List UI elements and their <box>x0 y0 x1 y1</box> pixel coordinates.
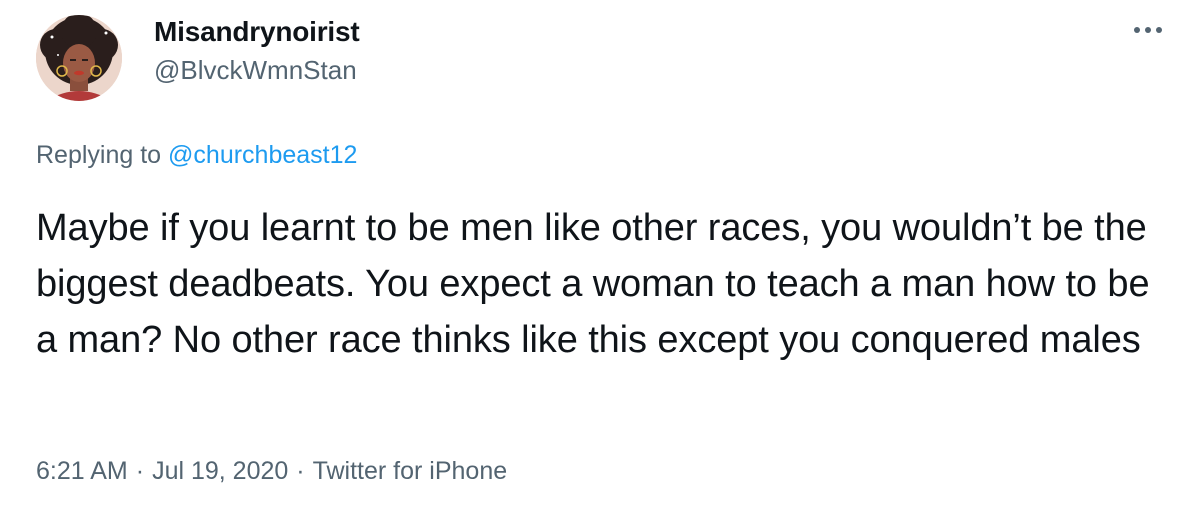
more-options-button[interactable] <box>1128 18 1168 42</box>
more-horizontal-icon <box>1134 27 1162 33</box>
tweet-date[interactable]: Jul 19, 2020 <box>152 457 288 485</box>
tweet-metadata: 6:21 AM · Jul 19, 2020 · Twitter for iPhone <box>36 455 507 487</box>
tweet-text: Maybe if you learnt to be men like other… <box>36 207 1150 361</box>
display-name[interactable]: Misandrynoirist <box>154 16 360 48</box>
replying-to-link[interactable]: @churchbeast12 <box>168 141 357 169</box>
avatar-illustration-icon <box>36 15 122 101</box>
separator: · <box>135 457 145 485</box>
tweet-source[interactable]: Twitter for iPhone <box>313 457 508 485</box>
tweet-time[interactable]: 6:21 AM <box>36 457 128 485</box>
tweet: Misandrynoirist @BlvckWmnStan Replying t… <box>0 0 1198 522</box>
replying-to-line: Replying to @churchbeast12 <box>36 140 357 170</box>
user-handle[interactable]: @BlvckWmnStan <box>154 54 359 86</box>
separator: · <box>296 457 305 485</box>
replying-to-label: Replying to <box>36 141 162 169</box>
avatar[interactable] <box>36 15 122 101</box>
author-block: Misandrynoirist @BlvckWmnStan <box>154 16 360 86</box>
